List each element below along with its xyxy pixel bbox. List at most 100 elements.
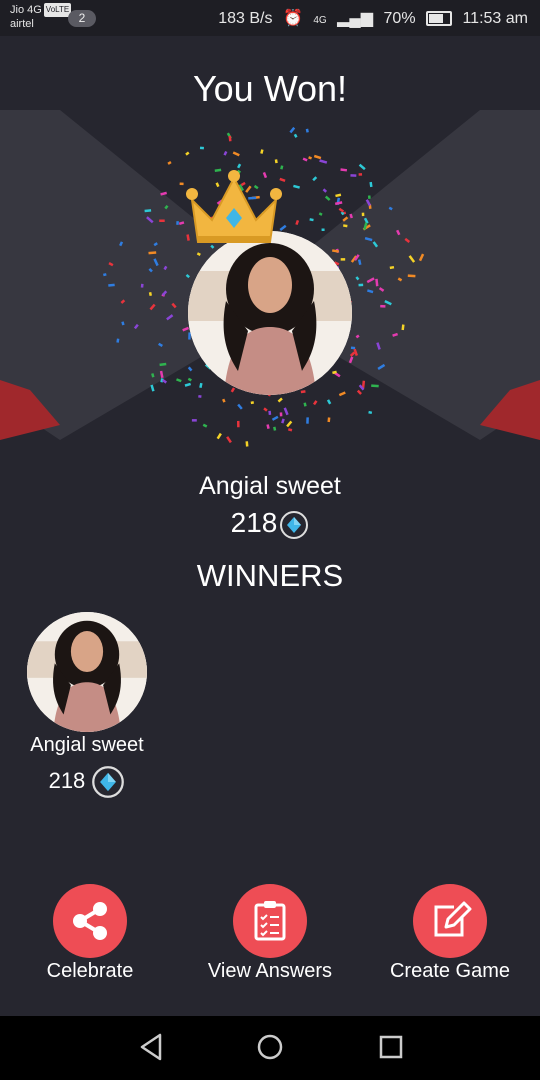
confetti-piece [191,419,197,422]
confetti-piece [216,432,222,440]
confetti-piece [226,436,232,444]
confetti-piece [279,412,283,417]
confetti-piece [342,216,349,222]
view-answers-circle[interactable] [233,884,307,958]
battery-icon [426,11,453,27]
confetti-piece [182,326,189,332]
volte-badge: VoLTE [43,3,72,18]
confetti-piece [358,283,364,287]
confetti-piece [274,159,278,164]
confetti-piece [230,387,236,393]
avatar [27,612,147,732]
confetti-piece [199,382,203,388]
celebrate-button[interactable]: Celebrate [0,884,180,983]
confetti-piece [358,173,363,176]
confetti-piece [171,302,177,309]
list-item-score: 218 [12,765,162,799]
winner-score-value: 218 [230,507,278,538]
confetti-piece [121,321,125,326]
list-item-name: Angial sweet [30,734,144,756]
celebrate-circle[interactable] [53,884,127,958]
confetti-piece [237,163,242,169]
confetti-piece [369,181,373,188]
confetti-piece [384,300,392,306]
navigation-bar [0,1016,540,1080]
battery-percent: 70% [383,10,416,27]
confetti-piece [287,428,293,432]
carrier-1: Jio 4G [10,4,42,16]
confetti-piece [187,366,193,372]
confetti-piece [149,303,156,311]
confetti-piece [237,420,240,428]
confetti-piece [144,209,152,213]
confetti-piece [313,154,322,160]
winner-avatar [188,231,352,395]
confetti-piece [250,401,255,405]
confetti-piece [196,252,201,256]
confetti-piece [377,363,386,371]
confetti-piece [263,407,268,412]
confetti-piece [407,274,416,278]
confetti-piece [308,156,313,160]
confetti-piece [324,195,331,201]
confetti-piece [368,410,373,415]
confetti-piece [355,334,360,339]
confetti-piece [222,398,226,403]
confetti-piece [166,314,174,321]
confetti-piece [327,417,331,423]
create-game-button[interactable]: Create Game [360,884,540,983]
confetti-piece [322,188,328,193]
view-answers-button[interactable]: View Answers [180,884,360,983]
confetti-piece [338,207,345,213]
network-type: 4G [313,15,327,26]
status-bar: Jio 4G VoLTE airtel 2 183 B/s ⏰ 4G ▂▄▆ 70… [0,0,540,36]
home-icon[interactable] [256,1032,284,1062]
confetti-piece [295,219,300,226]
confetti-piece [103,273,107,277]
create-game-label: Create Game [389,960,511,982]
confetti-piece [146,216,154,224]
page-title: You Won! [192,68,348,109]
confetti-piece [268,410,272,416]
confetti-piece [319,159,328,164]
confetti-piece [187,377,192,382]
celebrate-label: Celebrate [46,960,134,982]
confetti-piece [388,206,393,211]
confetti-piece [232,151,240,157]
confetti-piece [164,204,169,210]
gem-icon [92,766,125,798]
confetti-piece [281,418,285,424]
confetti-piece [321,228,325,232]
confetti-piece [349,213,353,219]
confetti-piece [300,390,306,394]
confetti-piece [340,168,348,172]
confetti-piece [366,277,375,284]
confetti-piece [356,389,362,395]
confetti-piece [343,224,348,228]
confetti-piece [303,402,307,407]
confetti-piece [367,195,371,199]
gem-icon [280,510,309,539]
confetti-piece [404,237,411,243]
confetti-piece [305,128,309,133]
confetti-piece [357,259,362,266]
winner-score: 218 [0,507,540,540]
confetti-piece [150,384,155,392]
confetti-piece [108,262,114,267]
back-icon[interactable] [138,1032,164,1062]
confetti-piece [350,346,356,350]
confetti-piece [176,221,179,225]
confetti-piece [365,199,371,207]
confetti-piece [245,441,249,447]
confetti-piece [355,276,360,281]
confetti-piece [167,160,172,165]
confetti-piece [367,289,374,294]
confetti-piece [348,356,354,364]
create-game-circle[interactable] [413,884,487,958]
recents-icon[interactable] [378,1032,404,1062]
confetti-piece [283,407,289,416]
confetti-piece [361,212,365,217]
confetti-piece [185,151,190,156]
confetti-piece [160,191,167,196]
confetti-piece [120,299,126,304]
